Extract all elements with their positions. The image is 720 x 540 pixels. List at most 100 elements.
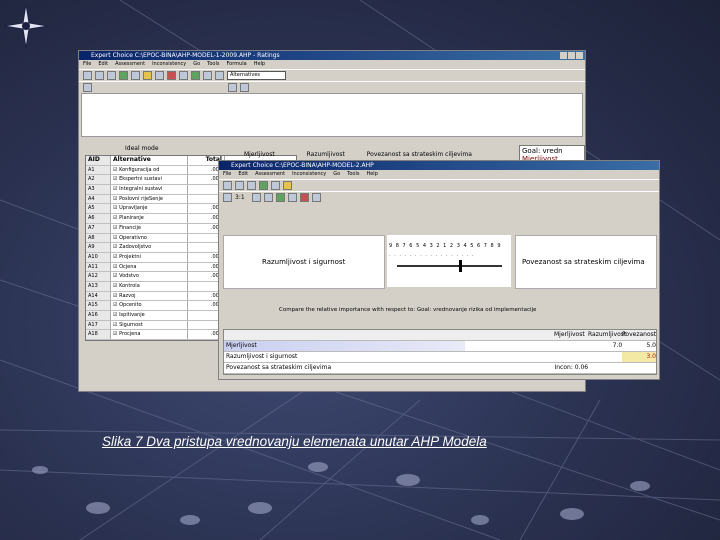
row-alternative[interactable]: ☑ Poslovni rijeSenje [111, 194, 188, 204]
menu-formula[interactable]: Formula [226, 60, 246, 69]
row-alternative[interactable]: ☑ Sigurnost [111, 320, 188, 330]
header-mjerljivost[interactable]: Mjerljivost [244, 151, 275, 158]
row-aid: A1 [86, 165, 111, 175]
col-aid[interactable]: AID [86, 156, 111, 165]
table-icon[interactable] [155, 71, 164, 80]
row-alternative[interactable]: ☑ Zadovoljstvo [111, 243, 188, 252]
front-nav-icon[interactable] [223, 193, 232, 202]
alternatives-select[interactable]: Alternatives [227, 71, 286, 80]
row-alternative-text: Kontrola [119, 282, 140, 289]
filter-icon[interactable] [312, 193, 321, 202]
row-aid: A13 [86, 281, 111, 291]
save-icon[interactable] [107, 71, 116, 80]
comparison-slider[interactable] [397, 265, 502, 267]
matrix-col-2[interactable]: Razumljivost [588, 330, 626, 340]
menu-assessment[interactable]: Assessment [115, 60, 145, 69]
maximize-button[interactable] [568, 52, 575, 59]
front-menu-tools[interactable]: Tools [347, 170, 359, 179]
col-alternative[interactable]: Alternative [111, 156, 188, 165]
menu-go[interactable]: Go [193, 60, 200, 69]
check-icon[interactable] [119, 71, 128, 80]
refresh-icon[interactable] [191, 71, 200, 80]
close-button[interactable] [576, 52, 583, 59]
front-menu-help[interactable]: Help [366, 170, 377, 179]
front-open-icon[interactable] [235, 181, 244, 190]
front-menu-go[interactable]: Go [333, 170, 340, 179]
matrix-col-1[interactable]: Mjerljivost [554, 330, 588, 340]
row-alternative-text: Ispitivanje [119, 312, 145, 318]
star-logo-icon [4, 4, 48, 48]
scale-numbers: 9 8 7 6 5 4 3 2 1 2 3 4 5 6 7 8 9 [389, 243, 502, 249]
row-aid: A10 [86, 252, 111, 262]
row-alternative[interactable]: ☑ Konfiguracija od [111, 165, 188, 175]
row-alternative[interactable]: ☑ Upravljanje [111, 204, 188, 214]
menu-help[interactable]: Help [254, 60, 265, 69]
menu-file[interactable]: File [83, 60, 91, 69]
row-alternative-text: Opcenito [119, 302, 142, 309]
row-alternative[interactable]: ☑ Integralni sustavi [111, 185, 188, 194]
menu-edit[interactable]: Edit [98, 60, 108, 69]
front-chart-icon[interactable] [283, 181, 292, 190]
verbal-icon[interactable] [276, 193, 285, 202]
front-check-icon[interactable] [259, 181, 268, 190]
row-alternative[interactable]: ☑ Kontrola [111, 281, 188, 291]
header-povezanost[interactable]: Povezanost sa strateskim ciljevima [367, 151, 472, 158]
zoom-icon[interactable] [215, 71, 224, 80]
header-razumljivost[interactable]: Razumljivost [307, 151, 345, 158]
row-alternative-text: Poslovni rijeSenje [119, 195, 163, 202]
sort-icon[interactable] [179, 71, 188, 80]
chart-icon[interactable] [143, 71, 152, 80]
front-new-icon[interactable] [223, 181, 232, 190]
row-alternative[interactable]: ☑ Financije [111, 223, 188, 233]
edit-icon[interactable] [228, 83, 237, 92]
row-aid: A8 [86, 233, 111, 243]
row-alternative[interactable]: ☑ Procjena [111, 330, 188, 340]
row-alternative[interactable]: ☑ Ispitivanje [111, 311, 188, 320]
front-toolbar [219, 179, 659, 191]
front-menu-assessment[interactable]: Assessment [255, 170, 285, 179]
print-icon[interactable] [131, 71, 140, 80]
back-toolbar: Alternatives [79, 69, 585, 81]
front-save-icon[interactable] [247, 181, 256, 190]
row-alternative[interactable]: ☑ Planiranje [111, 214, 188, 223]
front-print-icon[interactable] [271, 181, 280, 190]
row-alternative-text: Razvoj [119, 292, 136, 299]
row-alternative[interactable]: ☑ Ekspertni sustavi [111, 175, 188, 185]
view-icon[interactable] [240, 83, 249, 92]
minimize-button[interactable] [560, 52, 567, 59]
row-alternative[interactable]: ☑ Ocjena [111, 262, 188, 272]
matrix-icon[interactable] [288, 193, 297, 202]
matrix-cell[interactable]: 7.0 [588, 341, 623, 351]
matrix-col-3[interactable]: Povezanost [622, 330, 656, 340]
new-icon[interactable] [83, 71, 92, 80]
matrix-row[interactable]: Mjerljivost 7.0 5.0 [224, 341, 656, 352]
row-alternative-text: Projektni [119, 253, 141, 260]
font-icon[interactable] [203, 71, 212, 80]
goal-item[interactable]: Goal: vredn [522, 147, 582, 155]
nav-back-icon[interactable] [83, 83, 92, 92]
row-alternative[interactable]: ☑ Projektni [111, 252, 188, 262]
compare-instruction: Compare the relative importance with res… [279, 307, 537, 313]
front-menu-file[interactable]: File [223, 170, 231, 179]
row-alternative[interactable]: ☑ Operativno [111, 233, 188, 243]
matrix-row-label: Povezanost sa strateskim ciljevima [226, 364, 332, 371]
row-alternative[interactable]: ☑ Opcenito [111, 301, 188, 310]
delete-icon[interactable] [167, 71, 176, 80]
menu-tools[interactable]: Tools [207, 60, 219, 69]
graph-icon[interactable] [252, 193, 261, 202]
row-alternative[interactable]: ☑ Razvoj [111, 291, 188, 301]
menu-inconsistency[interactable]: Inconsistency [152, 60, 186, 69]
matrix-cell[interactable]: 5.0 [622, 341, 656, 351]
matrix-cell-selected[interactable]: 3.0 [622, 352, 656, 362]
numeric-icon[interactable] [264, 193, 273, 202]
front-menu-edit[interactable]: Edit [238, 170, 248, 179]
matrix-row[interactable]: Povezanost sa strateskim ciljevima Incon… [224, 363, 656, 374]
row-alternative[interactable]: ☑ Vodstvo [111, 272, 188, 281]
slider-handle[interactable] [459, 260, 462, 272]
open-icon[interactable] [95, 71, 104, 80]
matrix-row[interactable]: Razumljivost i sigurnost 3.0 [224, 352, 656, 363]
front-menubar: File Edit Assessment Inconsistency Go To… [219, 170, 659, 179]
front-menu-inconsistency[interactable]: Inconsistency [292, 170, 326, 179]
invert-icon[interactable] [300, 193, 309, 202]
row-aid: A2 [86, 175, 111, 185]
